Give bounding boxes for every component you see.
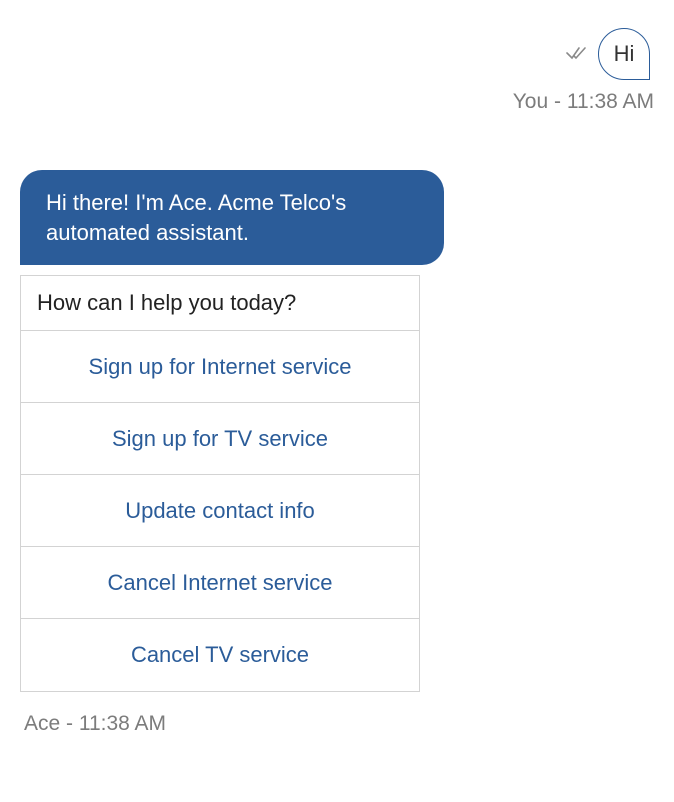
option-label: Cancel Internet service	[108, 570, 333, 596]
bot-message-bubble: Hi there! I'm Ace. Acme Telco's automate…	[20, 170, 444, 265]
bot-greeting-text: Hi there! I'm Ace. Acme Telco's automate…	[46, 190, 346, 245]
option-cancel-internet[interactable]: Cancel Internet service	[21, 547, 419, 619]
option-label: Sign up for TV service	[112, 426, 328, 452]
options-header: How can I help you today?	[21, 276, 419, 331]
read-receipt-icon	[566, 44, 588, 65]
option-label: Update contact info	[125, 498, 315, 524]
user-message-bubble: Hi	[598, 28, 650, 80]
user-message-meta: You - 11:38 AM	[20, 90, 654, 114]
bot-message-meta: Ace - 11:38 AM	[20, 712, 654, 736]
user-message-text: Hi	[614, 41, 635, 67]
options-card: How can I help you today? Sign up for In…	[20, 275, 420, 692]
option-update-contact[interactable]: Update contact info	[21, 475, 419, 547]
option-label: Sign up for Internet service	[89, 354, 352, 380]
option-label: Cancel TV service	[131, 642, 309, 668]
option-cancel-tv[interactable]: Cancel TV service	[21, 619, 419, 691]
option-sign-up-tv[interactable]: Sign up for TV service	[21, 403, 419, 475]
option-sign-up-internet[interactable]: Sign up for Internet service	[21, 331, 419, 403]
user-message-row: Hi	[20, 28, 654, 80]
